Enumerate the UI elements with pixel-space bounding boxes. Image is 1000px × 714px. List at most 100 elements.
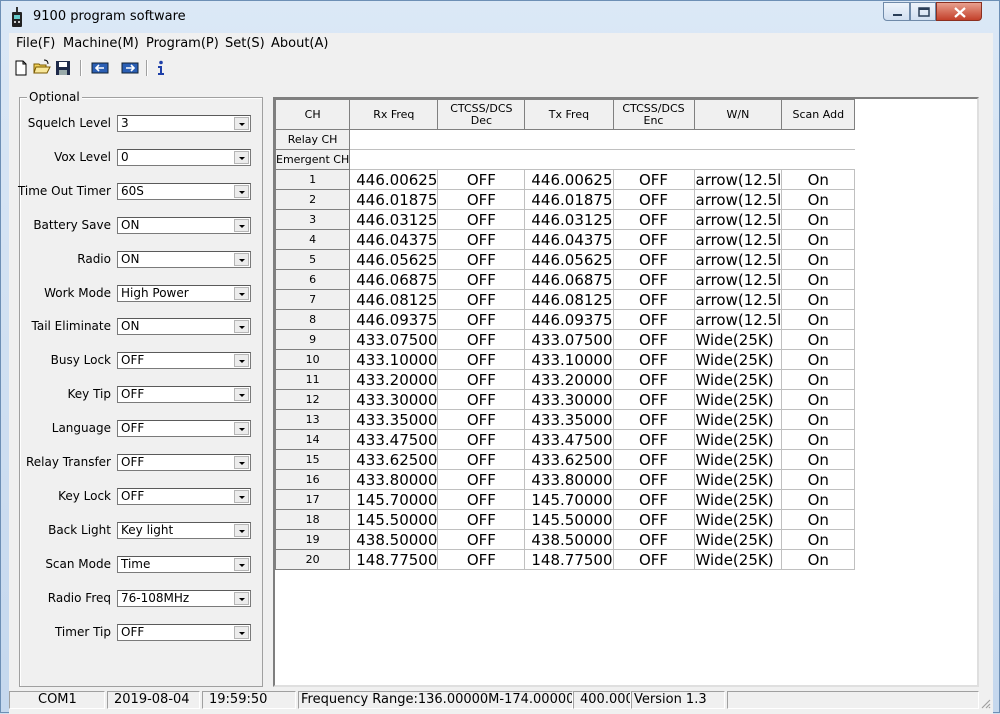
grid-cell[interactable]: OFF [437, 189, 526, 210]
option-select[interactable]: ON [117, 217, 251, 234]
grid-cell[interactable]: 446.04375 [524, 229, 614, 250]
write-to-radio-icon[interactable] [121, 59, 139, 77]
dropdown-arrow-icon[interactable] [234, 151, 249, 164]
grid-cell[interactable]: OFF [437, 269, 526, 290]
grid-cell[interactable]: On [781, 529, 856, 550]
grid-cell[interactable]: OFF [612, 549, 695, 570]
grid-cell[interactable] [524, 129, 613, 150]
grid-cell[interactable]: OFF [612, 209, 695, 230]
option-select[interactable]: 76-108MHz [117, 590, 251, 607]
open-folder-icon[interactable] [33, 59, 51, 77]
grid-cell[interactable]: 433.47500 [524, 429, 614, 450]
title-bar[interactable]: 9100 program software [1, 1, 1000, 33]
grid-cell[interactable]: 446.01875 [349, 189, 439, 210]
grid-cell[interactable]: OFF [612, 169, 695, 190]
row-header[interactable]: 17 [275, 489, 351, 510]
grid-cell[interactable]: 446.08125 [349, 289, 439, 310]
row-header[interactable]: 8 [275, 309, 351, 330]
grid-cell[interactable]: 446.03125 [349, 209, 439, 230]
close-button[interactable] [936, 2, 982, 21]
grid-cell[interactable]: 145.70000 [349, 489, 439, 510]
grid-cell[interactable]: 433.20000 [349, 369, 439, 390]
grid-cell[interactable]: OFF [612, 289, 695, 310]
grid-cell[interactable]: 433.62500 [349, 449, 439, 470]
row-header[interactable]: 6 [275, 269, 351, 290]
grid-cell[interactable]: On [781, 449, 856, 470]
dropdown-arrow-icon[interactable] [234, 558, 249, 571]
grid-cell[interactable]: On [781, 249, 856, 270]
minimize-button[interactable] [883, 2, 910, 21]
grid-cell[interactable]: On [781, 469, 856, 490]
option-select[interactable]: OFF [117, 352, 251, 369]
grid-cell[interactable]: arrow(12.5l [693, 269, 783, 290]
grid-cell[interactable]: 446.09375 [349, 309, 439, 330]
row-header[interactable]: 15 [275, 449, 351, 470]
grid-cell[interactable]: 446.09375 [524, 309, 614, 330]
grid-cell[interactable] [437, 129, 525, 150]
column-header[interactable]: Tx Freq [524, 99, 614, 130]
grid-cell[interactable]: 433.35000 [524, 409, 614, 430]
dropdown-arrow-icon[interactable] [234, 592, 249, 605]
option-select[interactable]: 60S [117, 183, 251, 200]
grid-cell[interactable]: OFF [612, 189, 695, 210]
grid-cell[interactable]: arrow(12.5l [693, 209, 783, 230]
row-header[interactable]: 2 [275, 189, 351, 210]
grid-cell[interactable]: On [781, 409, 856, 430]
grid-cell[interactable]: 433.20000 [524, 369, 614, 390]
maximize-button[interactable] [910, 2, 936, 21]
grid-cell[interactable]: OFF [612, 489, 695, 510]
grid-cell[interactable]: OFF [437, 489, 526, 510]
option-select[interactable]: High Power [117, 285, 251, 302]
grid-cell[interactable]: Wide(25K) [693, 349, 783, 370]
grid-cell[interactable]: On [781, 329, 856, 350]
dropdown-arrow-icon[interactable] [234, 524, 249, 537]
option-select[interactable]: 3 [117, 115, 251, 132]
row-header[interactable]: 3 [275, 209, 351, 230]
grid-cell[interactable] [694, 149, 782, 170]
grid-cell[interactable]: OFF [437, 249, 526, 270]
grid-cell[interactable]: On [781, 269, 856, 290]
grid-cell[interactable]: Wide(25K) [693, 529, 783, 550]
grid-cell[interactable] [613, 129, 694, 150]
dropdown-arrow-icon[interactable] [234, 388, 249, 401]
grid-cell[interactable]: 433.07500 [349, 329, 439, 350]
grid-cell[interactable]: 145.70000 [524, 489, 614, 510]
column-header[interactable]: CTCSS/DCS Dec [437, 99, 526, 130]
grid-cell[interactable]: 446.06875 [524, 269, 614, 290]
grid-cell[interactable]: OFF [612, 529, 695, 550]
new-file-icon[interactable] [12, 59, 30, 77]
grid-cell[interactable] [781, 129, 855, 150]
grid-cell[interactable]: arrow(12.5l [693, 229, 783, 250]
row-header[interactable]: 10 [275, 349, 351, 370]
grid-cell[interactable]: OFF [612, 429, 695, 450]
grid-cell[interactable]: Wide(25K) [693, 409, 783, 430]
grid-cell[interactable]: arrow(12.5l [693, 309, 783, 330]
option-select[interactable]: OFF [117, 488, 251, 505]
grid-cell[interactable]: Wide(25K) [693, 369, 783, 390]
grid-cell[interactable]: 446.00625 [524, 169, 614, 190]
dropdown-arrow-icon[interactable] [234, 185, 249, 198]
row-header[interactable]: 7 [275, 289, 351, 310]
grid-cell[interactable]: On [781, 169, 856, 190]
grid-cell[interactable]: OFF [612, 389, 695, 410]
grid-cell[interactable]: OFF [437, 509, 526, 530]
grid-cell[interactable]: OFF [437, 409, 526, 430]
resize-grip-icon[interactable] [979, 697, 991, 709]
grid-cell[interactable]: On [781, 189, 856, 210]
grid-cell[interactable]: OFF [612, 249, 695, 270]
grid-cell[interactable]: 433.30000 [524, 389, 614, 410]
grid-cell[interactable]: Wide(25K) [693, 329, 783, 350]
grid-cell[interactable]: 446.06875 [349, 269, 439, 290]
grid-cell[interactable]: On [781, 369, 856, 390]
option-select[interactable]: 0 [117, 149, 251, 166]
option-select[interactable]: OFF [117, 386, 251, 403]
grid-cell[interactable]: arrow(12.5l [693, 249, 783, 270]
grid-cell[interactable]: Wide(25K) [693, 509, 783, 530]
row-header[interactable]: 20 [275, 549, 351, 570]
grid-cell[interactable]: On [781, 309, 856, 330]
grid-cell[interactable]: Wide(25K) [693, 489, 783, 510]
grid-cell[interactable]: 433.35000 [349, 409, 439, 430]
grid-cell[interactable]: arrow(12.5l [693, 169, 783, 190]
row-header[interactable]: 1 [275, 169, 351, 190]
grid-cell[interactable]: OFF [612, 409, 695, 430]
